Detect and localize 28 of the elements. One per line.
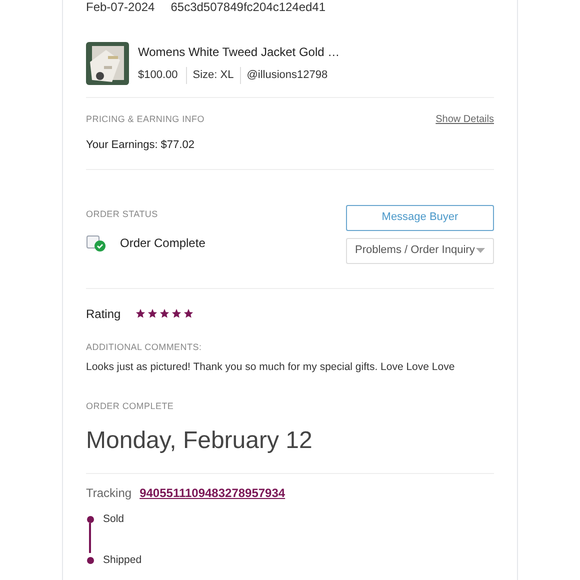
- star-icon: [134, 308, 146, 319]
- section-label: ADDITIONAL COMMENTS:: [86, 340, 203, 354]
- section-label: ORDER COMPLETE: [86, 400, 175, 413]
- order-id: 65c3d507849fc204c124ed41: [170, 0, 326, 14]
- tracking-label: Tracking: [86, 485, 132, 502]
- earnings-text: Your Earnings: $77.02: [86, 138, 196, 153]
- order-date: Feb-07-2024: [86, 0, 155, 14]
- timeline-step: Sold: [103, 512, 124, 554]
- section-label: ORDER STATUS: [86, 208, 159, 220]
- package-check-icon: [86, 234, 106, 252]
- tracking-number-link[interactable]: 9405511109483278957934: [140, 484, 286, 502]
- rating-label: Rating: [86, 306, 121, 322]
- item-price: $100.00: [138, 68, 179, 84]
- item-size: Size: XL: [186, 67, 240, 84]
- star-icon: [182, 308, 194, 319]
- caret-icon: [476, 248, 485, 253]
- timeline-step: Shipped: [103, 553, 142, 569]
- inquiry-dropdown[interactable]: Problems / Order Inquiry: [346, 238, 494, 264]
- buyer-username: @illusions12798: [240, 67, 334, 84]
- show-details-link[interactable]: Show Details: [436, 112, 494, 127]
- item-title: Womens White Tweed Jacket Gold …: [138, 44, 340, 62]
- star-icon: [146, 308, 158, 319]
- star-icon: [158, 308, 170, 319]
- section-label: PRICING & EARNING INFO: [86, 112, 204, 126]
- completion-date: Monday, February 12: [86, 427, 312, 454]
- star-icon: [170, 308, 182, 319]
- comment-text: Looks just as pictured! Thank you so much for my special gifts. Love Love Love: [86, 360, 456, 375]
- order-status-text: Order Complete: [120, 235, 206, 252]
